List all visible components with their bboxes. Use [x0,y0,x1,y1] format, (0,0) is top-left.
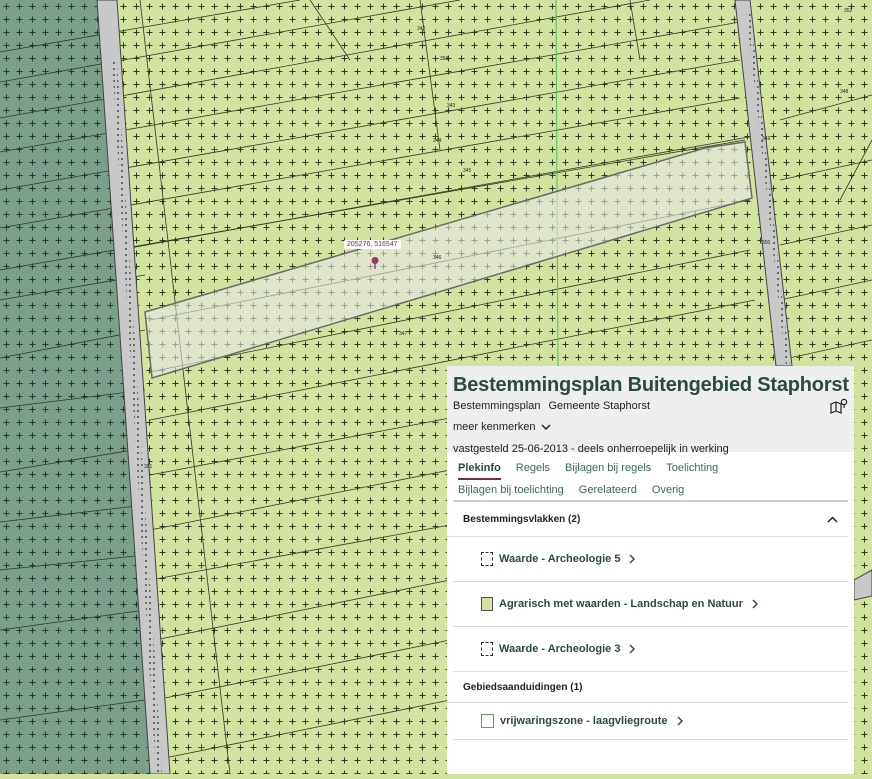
list-item[interactable]: Agrarisch met waarden - Landschap en Nat… [453,582,848,627]
tab-bijlagen-bij-toelichting[interactable]: Bijlagen bij toelichting [458,484,564,500]
chevron-right-icon [629,644,636,654]
tab-overig[interactable]: Overig [652,484,684,500]
tab-plekinfo[interactable]: Plekinfo [458,462,501,480]
plan-municipality: Gemeente Staphorst [548,400,651,412]
parcel-number: 353 [440,56,449,62]
more-properties-toggle[interactable]: meer kenmerken [453,421,551,433]
chevron-right-icon [677,716,683,726]
location-pin-icon[interactable] [370,256,380,270]
parcel-number: 345 [463,168,472,174]
section-title: Gebiedsaanduidingen (1) [463,681,583,693]
tab-bar: Plekinfo Regels Bijlagen bij regels Toel… [447,452,854,500]
archeologie-swatch-icon [481,552,493,566]
parcel-number: 342 [417,26,426,32]
parcel-number: 350 [762,240,771,246]
parcel-number: 346 [433,255,442,261]
parcel-number: 351 [144,464,153,470]
tab-gerelateerd[interactable]: Gerelateerd [579,484,637,500]
section-gebiedsaanduidingen: Gebiedsaanduidingen (1) [447,672,848,703]
section-bestemmingsvlakken[interactable]: Bestemmingsvlakken (2) [447,502,848,537]
plan-status: vastgesteld 25-06-2013 - deels onherroep… [453,443,729,455]
vrijwaringszone-swatch-icon [481,714,494,728]
item-label: Waarde - Archeologie 3 [499,643,621,655]
item-label: Agrarisch met waarden - Landschap en Nat… [499,598,743,610]
chevron-up-icon[interactable] [827,515,838,523]
plan-title: Bestemmingsplan Buitengebied Staphorst [453,374,849,396]
list-item[interactable]: Waarde - Archeologie 5 [453,537,848,582]
chevron-right-icon [752,599,758,609]
list-item[interactable]: Waarde - Archeologie 3 [453,627,848,672]
coordinate-label: 205276, 516547 [344,240,401,249]
item-label: Waarde - Archeologie 5 [499,553,621,565]
parcel-number: 347 [399,331,408,337]
plan-type: Bestemmingsplan [453,400,541,412]
panel-header: Bestemmingsplan Buitengebied Staphorst B… [447,366,854,455]
parcel-number: 352 [844,8,853,14]
agrarisch-swatch-icon [481,597,493,611]
tab-toelichting[interactable]: Toelichting [666,462,718,480]
parcel-number: 349 [762,136,771,142]
info-panel: Bestemmingsplan Buitengebied Staphorst B… [447,366,854,774]
chevron-right-icon [629,554,636,564]
more-properties-label: meer kenmerken [453,421,536,433]
tab-bijlagen-bij-regels[interactable]: Bijlagen bij regels [565,462,651,480]
item-label: vrijwaringszone - laagvliegroute [500,715,668,727]
parcel-number: 348 [840,89,849,95]
parcel-number: 344 [433,138,442,144]
section-title: Bestemmingsvlakken (2) [463,513,581,525]
chevron-down-icon [541,423,551,430]
tab-regels[interactable]: Regels [516,462,550,480]
parcel-number: 343 [447,103,456,109]
list-item[interactable]: vrijwaringszone - laagvliegroute [453,703,848,740]
map-pin-icon[interactable] [830,398,848,414]
plan-subtitle: Bestemmingsplan Gemeente Staphorst [453,400,848,412]
archeologie-swatch-icon [481,642,493,656]
